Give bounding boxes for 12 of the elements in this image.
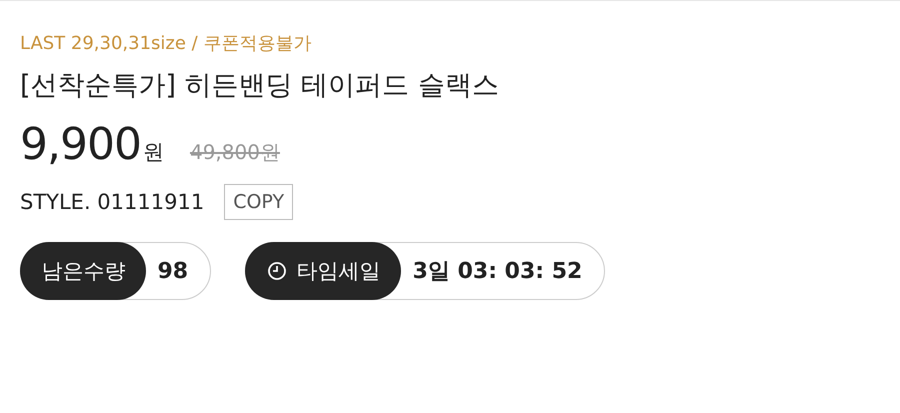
price-unit: 원 (142, 139, 164, 166)
notice-text: LAST 29,30,31size / 쿠폰적용불가 (20, 32, 312, 56)
original-price: 49,800원 (190, 139, 280, 166)
badge-value: 3일 03: 03: 52 (412, 258, 582, 286)
product-title: [선착순특가] 히든밴딩 테이퍼드 슬랙스 (20, 69, 500, 103)
copy-button[interactable]: COPY (224, 184, 294, 220)
style-code: STYLE. 01111911 (20, 190, 204, 214)
badge-label: 남은수량 (42, 258, 126, 285)
badge-value: 98 (158, 258, 188, 284)
sale-price: 9,900 (20, 119, 141, 170)
clock-icon (266, 261, 287, 281)
badge-label: 타임세일 (296, 258, 381, 285)
